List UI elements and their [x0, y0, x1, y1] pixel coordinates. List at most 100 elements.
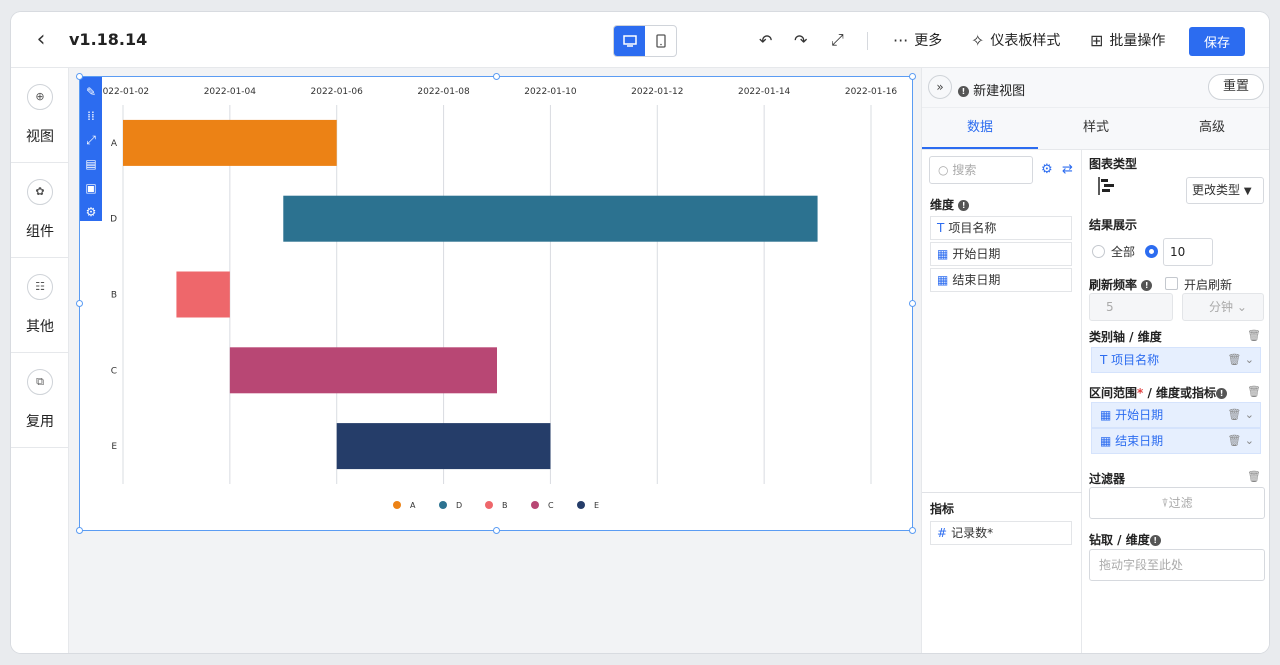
- gantt-chart: 2022-01-02 2022-01-04 2022-01-06 2022-01-08…: [97, 87, 898, 510]
- y-tick-label: A: [111, 139, 118, 149]
- chart-type-label: 图表类型: [1089, 157, 1138, 171]
- x-tick-label: 2022-01-16: [845, 87, 898, 97]
- mobile-icon[interactable]: [645, 26, 676, 56]
- chart-widget[interactable]: 2022-01-02 2022-01-04 2022-01-06 2022-01-08…: [76, 73, 916, 534]
- panel-divider[interactable]: [922, 492, 1082, 493]
- reuse-icon: ⧉: [27, 369, 53, 395]
- resize-handle[interactable]: [909, 527, 916, 534]
- x-tick-label: 2022-01-04: [204, 87, 257, 97]
- result-label: 结果展示: [1089, 218, 1138, 232]
- resize-handle[interactable]: [909, 73, 916, 80]
- tab-style[interactable]: 样式: [1038, 108, 1154, 149]
- field-actions-icon[interactable]: 🗑 ⌄: [1227, 348, 1254, 372]
- panel-header: » ! 新建视图 重置: [922, 68, 1269, 108]
- gantt-bar: [283, 195, 818, 242]
- dimension-title: 维度 !: [930, 196, 970, 213]
- undo-icon[interactable]: ↶: [759, 26, 772, 54]
- swap-icon[interactable]: ⇄: [1062, 162, 1073, 177]
- ellipsis-icon: ···: [893, 30, 909, 50]
- search-input[interactable]: ○ 搜索: [929, 156, 1033, 184]
- trash-icon[interactable]: 🗑: [1247, 385, 1261, 398]
- expand-icon[interactable]: ⤢: [831, 26, 844, 54]
- refresh-interval-input[interactable]: 5: [1089, 293, 1173, 321]
- sidebar-item-label: 复用: [26, 414, 54, 430]
- resize-handle[interactable]: [909, 300, 916, 307]
- resize-handle[interactable]: [493, 527, 500, 534]
- fullscreen-icon[interactable]: ⤢: [80, 128, 102, 152]
- detail-icon[interactable]: ▤: [80, 152, 102, 176]
- radio-all[interactable]: [1092, 245, 1105, 258]
- category-field[interactable]: T 项目名称 🗑 ⌄: [1091, 347, 1261, 373]
- resize-handle[interactable]: [493, 73, 500, 80]
- range-field[interactable]: ▦ 结束日期 🗑 ⌄: [1091, 428, 1261, 454]
- sidebar-item-reuse[interactable]: ⧉ 复用: [11, 353, 69, 448]
- resize-handle[interactable]: [76, 300, 83, 307]
- sidebar-item-view[interactable]: ⊕ 视图: [11, 68, 69, 163]
- radio-all-label: 全部: [1111, 245, 1136, 259]
- dimension-field[interactable]: ▦ 结束日期: [930, 268, 1072, 292]
- legend-label: C: [548, 501, 554, 510]
- x-tick-label: 2022-01-06: [311, 87, 364, 97]
- range-field[interactable]: ▦ 开始日期 🗑 ⌄: [1091, 402, 1261, 428]
- page-title: v1.18.14: [69, 30, 148, 49]
- refresh-checkbox[interactable]: [1165, 277, 1178, 290]
- change-type-select[interactable]: 更改类型 ▼: [1186, 177, 1264, 204]
- redo-icon[interactable]: ↷: [794, 26, 807, 54]
- batch-operation-button[interactable]: ⊞ 批量操作: [1090, 26, 1165, 54]
- edit-icon[interactable]: ✎: [80, 80, 102, 104]
- magic-icon: ✧: [971, 30, 985, 50]
- back-icon[interactable]: ‹: [29, 26, 53, 54]
- left-sidebar: ⊕ 视图 ✿ 组件 ☷ 其他 ⧉ 复用: [11, 68, 69, 653]
- legend-marker: [393, 501, 401, 509]
- toolbar-divider: [867, 32, 868, 50]
- drill-dropzone[interactable]: 拖动字段至此处: [1089, 549, 1265, 581]
- widget-toolbar: ✎ ⁞⁞ ⤢ ▤ ▣ ⚙: [80, 77, 102, 221]
- sidebar-item-other[interactable]: ☷ 其他: [11, 258, 69, 353]
- search-icon: ○: [938, 163, 949, 177]
- config-panel: » ! 新建视图 重置 数据 样式 高级 ○ 搜索 ⚙ ⇄ 维度 ! T 项目名称…: [921, 68, 1269, 653]
- app-window: ‹ v1.18.14 ↶ ↷ ⤢ ··· 更多 ✧ 仪表板样式 ⊞ 批量操作 保存 ⊕…: [11, 12, 1269, 653]
- reset-button[interactable]: 重置: [1208, 74, 1264, 100]
- gantt-type-icon: [1098, 177, 1118, 199]
- info-icon: !: [1141, 280, 1153, 291]
- settings-icon[interactable]: ⚙: [80, 200, 102, 224]
- filter-button[interactable]: ⍒过滤: [1089, 487, 1265, 519]
- gantt-bar: [229, 347, 497, 394]
- resize-handle[interactable]: [76, 527, 83, 534]
- info-icon: !: [958, 200, 970, 211]
- field-actions-icon[interactable]: 🗑 ⌄: [1227, 403, 1254, 427]
- collapse-icon[interactable]: »: [928, 75, 952, 99]
- field-actions-icon[interactable]: 🗑 ⌄: [1227, 429, 1254, 453]
- resize-handle[interactable]: [76, 73, 83, 80]
- limit-input[interactable]: 10: [1163, 238, 1213, 266]
- sidebar-item-label: 其他: [26, 319, 54, 335]
- save-button[interactable]: 保存: [1189, 27, 1245, 56]
- legend-label: A: [410, 501, 416, 510]
- x-tick-label: 2022-01-12: [631, 87, 683, 97]
- filter-label: 过滤器: [1089, 472, 1126, 486]
- dashboard-style-button[interactable]: ✧ 仪表板样式: [971, 26, 1060, 54]
- dimension-field[interactable]: ▦ 开始日期: [930, 242, 1072, 266]
- radio-limit[interactable]: [1145, 245, 1158, 258]
- legend-label: D: [456, 501, 462, 510]
- desktop-icon[interactable]: [614, 26, 645, 56]
- export-icon[interactable]: ▣: [80, 176, 102, 200]
- x-tick-label: 2022-01-10: [524, 87, 577, 97]
- gantt-bar: [176, 271, 230, 318]
- gantt-bar: [336, 423, 551, 470]
- trash-icon[interactable]: 🗑: [1247, 470, 1261, 483]
- dimension-field[interactable]: T 项目名称: [930, 216, 1072, 240]
- tab-data[interactable]: 数据: [922, 108, 1038, 149]
- trash-icon[interactable]: 🗑: [1247, 329, 1261, 342]
- more-button[interactable]: ··· 更多: [893, 26, 942, 54]
- sidebar-item-component[interactable]: ✿ 组件: [11, 163, 69, 258]
- grid-icon: ⊞: [1090, 30, 1104, 50]
- drill-icon[interactable]: ⁞⁞: [80, 104, 102, 128]
- refresh-enable-label: 开启刷新: [1184, 278, 1233, 292]
- gear-icon[interactable]: ⚙: [1041, 162, 1053, 177]
- panel-tabs: 数据 样式 高级: [922, 108, 1269, 150]
- dashboard-canvas: 2022-01-02 2022-01-04 2022-01-06 2022-01-08…: [69, 68, 921, 653]
- refresh-unit-select[interactable]: 分钟 ⌄: [1182, 293, 1264, 321]
- tab-advanced[interactable]: 高级: [1154, 108, 1269, 149]
- measure-field[interactable]: # 记录数*: [930, 521, 1072, 545]
